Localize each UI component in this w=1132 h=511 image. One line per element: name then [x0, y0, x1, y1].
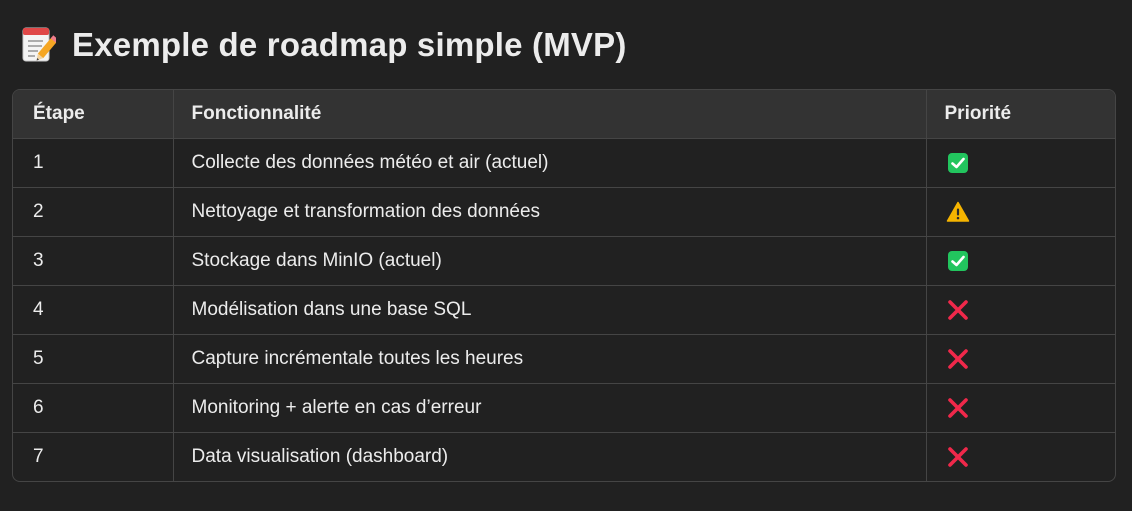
- warning-icon: [945, 199, 971, 225]
- cross-mark-icon: [945, 395, 971, 421]
- priority-cell: [926, 187, 1115, 237]
- column-header-step: Étape: [13, 90, 174, 139]
- memo-icon: [22, 27, 56, 62]
- cross-mark-icon: [945, 297, 971, 323]
- feature-cell: Data visualisation (dashboard): [173, 432, 927, 481]
- step-cell: 5: [13, 334, 174, 384]
- cross-mark-icon: [945, 346, 971, 372]
- column-header-feature: Fonctionnalité: [173, 90, 927, 139]
- feature-cell: Modélisation dans une base SQL: [173, 285, 927, 335]
- feature-cell: Monitoring + alerte en cas d’erreur: [173, 383, 927, 433]
- step-cell: 3: [13, 236, 174, 286]
- check-mark-button-icon: [945, 150, 971, 176]
- table-row: 3 Stockage dans MinIO (actuel): [13, 236, 1115, 286]
- step-cell: 7: [13, 432, 174, 481]
- table-row: 4 Modélisation dans une base SQL: [13, 285, 1115, 335]
- table-header-row: Étape Fonctionnalité Priorité: [13, 90, 1115, 139]
- step-cell: 1: [13, 138, 174, 188]
- priority-cell: [926, 432, 1115, 481]
- priority-cell: [926, 383, 1115, 433]
- step-cell: 6: [13, 383, 174, 433]
- table-row: 5 Capture incrémentale toutes les heures: [13, 334, 1115, 384]
- priority-cell: [926, 236, 1115, 286]
- feature-cell: Nettoyage et transformation des données: [173, 187, 927, 237]
- feature-cell: Collecte des données météo et air (actue…: [173, 138, 927, 188]
- roadmap-table: Étape Fonctionnalité Priorité 1 Collecte …: [12, 89, 1116, 482]
- column-header-priority: Priorité: [926, 90, 1115, 139]
- priority-cell: [926, 334, 1115, 384]
- table-row: 6 Monitoring + alerte en cas d’erreur: [13, 383, 1115, 433]
- priority-cell: [926, 138, 1115, 188]
- cross-mark-icon: [945, 444, 971, 470]
- page-heading: Exemple de roadmap simple (MVP): [20, 22, 627, 68]
- check-mark-button-icon: [945, 248, 971, 274]
- priority-cell: [926, 285, 1115, 335]
- page-title: Exemple de roadmap simple (MVP): [72, 26, 627, 63]
- table-row: 2 Nettoyage et transformation des données: [13, 187, 1115, 237]
- feature-cell: Stockage dans MinIO (actuel): [173, 236, 927, 286]
- step-cell: 4: [13, 285, 174, 335]
- feature-cell: Capture incrémentale toutes les heures: [173, 334, 927, 384]
- table-row: 7 Data visualisation (dashboard): [13, 432, 1115, 481]
- step-cell: 2: [13, 187, 174, 237]
- table-row: 1 Collecte des données météo et air (actu…: [13, 138, 1115, 188]
